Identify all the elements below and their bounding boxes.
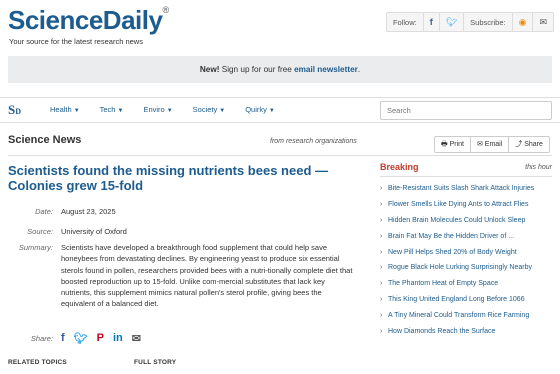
new-badge: New! — [199, 65, 220, 74]
envelope-icon[interactable]: ✉ — [132, 332, 141, 345]
article-tools: 🖶︎ Print ✉ Email ⤴ Share — [434, 136, 550, 153]
site-tagline: Your source for the latest research news — [9, 37, 143, 46]
article-headline: Scientists found the missing nutrients b… — [8, 163, 328, 193]
site-logo[interactable]: ScienceDaily® — [8, 5, 169, 36]
breaking-item[interactable]: How Diamonds Reach the Surface — [380, 327, 552, 337]
share-label: Share: — [30, 333, 53, 343]
breaking-item[interactable]: Bite-Resistant Suits Slash Shark Attack … — [380, 184, 552, 194]
source-value: University of Oxford — [61, 227, 127, 236]
chevron-down-icon: ▼ — [73, 108, 80, 114]
newsletter-link[interactable]: email newsletter — [294, 65, 358, 74]
nav-item-health[interactable]: Health ▼ — [40, 98, 90, 122]
nav-logo[interactable]: SD — [8, 102, 21, 118]
section-title: Science News — [8, 134, 82, 146]
envelope-icon[interactable]: ✉ — [533, 13, 553, 31]
breaking-title: Breaking — [380, 162, 419, 172]
section-source-note: from research organizations — [270, 138, 357, 145]
print-icon: 🖶︎ — [441, 141, 450, 148]
share-bar: Share: f 🐦︎ P in ✉ — [8, 330, 150, 346]
facebook-icon[interactable]: f — [61, 332, 65, 344]
main-nav: SD Health ▼ Tech ▼ Enviro ▼ Society ▼ Quirky… — [0, 97, 560, 123]
rss-icon[interactable]: ◉ — [513, 13, 534, 31]
summary-text: Scientists have developed a breakthrough… — [61, 243, 353, 309]
banner-end: . — [357, 65, 361, 74]
breaking-subtitle: this hour — [525, 164, 552, 171]
related-topics-heading: RELATED TOPICS — [8, 359, 67, 366]
summary-label: Summary: — [18, 243, 53, 252]
site-header: ScienceDaily® Your source for the latest… — [0, 0, 560, 52]
date-value: August 23, 2025 — [61, 207, 116, 216]
facebook-icon[interactable]: f — [424, 13, 440, 31]
twitter-icon[interactable]: 🐦︎ — [74, 332, 88, 345]
breaking-item[interactable]: New Pill Helps Shed 20% of Body Weight — [380, 248, 552, 258]
breaking-item[interactable]: This King United England Long Before 106… — [380, 295, 552, 305]
breaking-item[interactable]: A Tiny Mineral Could Transform Rice Farm… — [380, 311, 552, 321]
breaking-item[interactable]: Rogue Black Hole Lurking Surprisingly Ne… — [380, 263, 552, 273]
breaking-header: Breaking this hour — [380, 162, 552, 177]
source-label: Source: — [27, 227, 53, 236]
search-input[interactable] — [380, 101, 552, 120]
linkedin-icon[interactable]: in — [113, 332, 123, 344]
breaking-news-panel: Breaking this hour Bite-Resistant Suits … — [380, 162, 552, 343]
full-story-heading: FULL STORY — [134, 359, 177, 366]
follow-label: Follow: — [387, 13, 424, 31]
banner-text: Sign up for our free — [219, 65, 295, 74]
share-button[interactable]: ⤴ Share — [509, 137, 549, 152]
chevron-down-icon: ▼ — [166, 108, 173, 114]
nav-item-tech[interactable]: Tech ▼ — [90, 98, 134, 122]
breaking-item[interactable]: Flower Smells Like Dying Ants to Attract… — [380, 200, 552, 210]
breaking-item[interactable]: The Phantom Heat of Empty Space — [380, 279, 552, 289]
envelope-icon: ✉ — [476, 141, 485, 148]
social-bar: Follow: f 🐦︎ Subscribe: ◉ ✉ — [385, 12, 554, 32]
date-label: Date: — [35, 207, 53, 216]
newsletter-banner: New! Sign up for our free email newslett… — [8, 56, 552, 83]
breaking-item[interactable]: Hidden Brain Molecules Could Unlock Slee… — [380, 216, 552, 226]
nav-menu: Health ▼ Tech ▼ Enviro ▼ Society ▼ Quirky ▼ — [40, 98, 285, 122]
twitter-icon[interactable]: 🐦︎ — [440, 13, 465, 31]
breaking-item[interactable]: Brain Fat May Be the Hidden Driver of ..… — [380, 232, 552, 242]
nav-item-enviro[interactable]: Enviro ▼ — [133, 98, 182, 122]
pinterest-icon[interactable]: P — [97, 332, 104, 344]
subscribe-label: Subscribe: — [464, 13, 513, 31]
chevron-down-icon: ▼ — [268, 108, 275, 114]
nav-item-society[interactable]: Society ▼ — [183, 98, 236, 122]
email-button[interactable]: ✉ Email — [471, 137, 510, 152]
chevron-down-icon: ▼ — [219, 108, 226, 114]
share-icon: ⤴ — [515, 141, 525, 148]
print-button[interactable]: 🖶︎ Print — [435, 137, 471, 152]
divider — [8, 155, 552, 156]
breaking-list: Bite-Resistant Suits Slash Shark Attack … — [380, 184, 552, 337]
chevron-down-icon: ▼ — [117, 108, 124, 114]
nav-item-quirky[interactable]: Quirky ▼ — [235, 98, 285, 122]
